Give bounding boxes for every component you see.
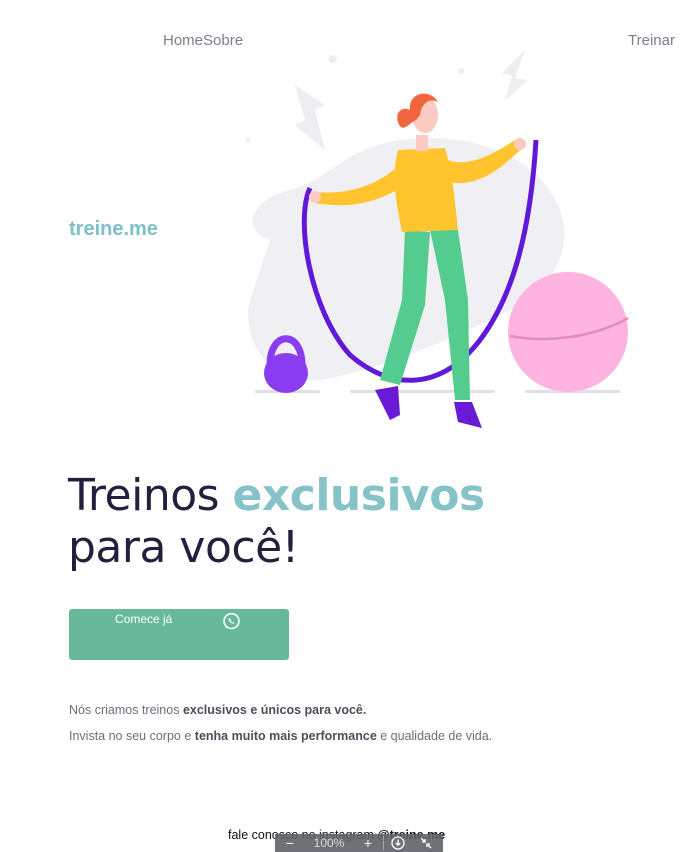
whatsapp-icon (223, 612, 240, 630)
person-right-hand (514, 138, 526, 150)
description-line-2: Invista no seu corpo e tenha muito mais … (69, 729, 493, 743)
hero-illustration (245, 50, 629, 428)
kettlebell (264, 353, 308, 393)
zoom-out-button[interactable]: − (275, 835, 305, 851)
floor-line (350, 390, 495, 393)
start-now-button[interactable]: Comece já (69, 609, 289, 660)
start-now-label: Comece já (115, 612, 173, 626)
description-highlight: tenha muito mais performance (194, 729, 377, 743)
fit-page-icon[interactable] (412, 836, 440, 850)
zoom-level: 100% (313, 836, 345, 850)
lightning-icon (295, 85, 325, 150)
person-neck (416, 135, 428, 151)
zoom-toolbar: − 100% + (275, 834, 443, 852)
description-line-1: Nós criamos treinos exclusivos e únicos … (69, 703, 367, 717)
brand-logo[interactable]: treine.me (69, 218, 158, 241)
description-highlight: exclusivos e únicos para você. (182, 703, 367, 717)
lightning-icon (502, 50, 528, 100)
decor-dot (245, 137, 251, 143)
hero-headline: Treinos exclusivos para você! (68, 470, 485, 574)
yoga-ball (508, 272, 628, 392)
headline-text: Treinos (68, 470, 233, 521)
person-left-shoe (375, 386, 400, 420)
nav-home-link[interactable]: Home (163, 32, 203, 49)
decor-dot (458, 68, 464, 74)
download-icon[interactable] (384, 836, 412, 850)
person-right-shoe (454, 402, 482, 428)
decor-dot (329, 55, 337, 63)
headline-text-line2: para você! (68, 522, 299, 573)
zoom-in-button[interactable]: + (353, 835, 383, 851)
headline-accent: exclusivos (232, 470, 486, 521)
person-left-hand (309, 191, 321, 203)
